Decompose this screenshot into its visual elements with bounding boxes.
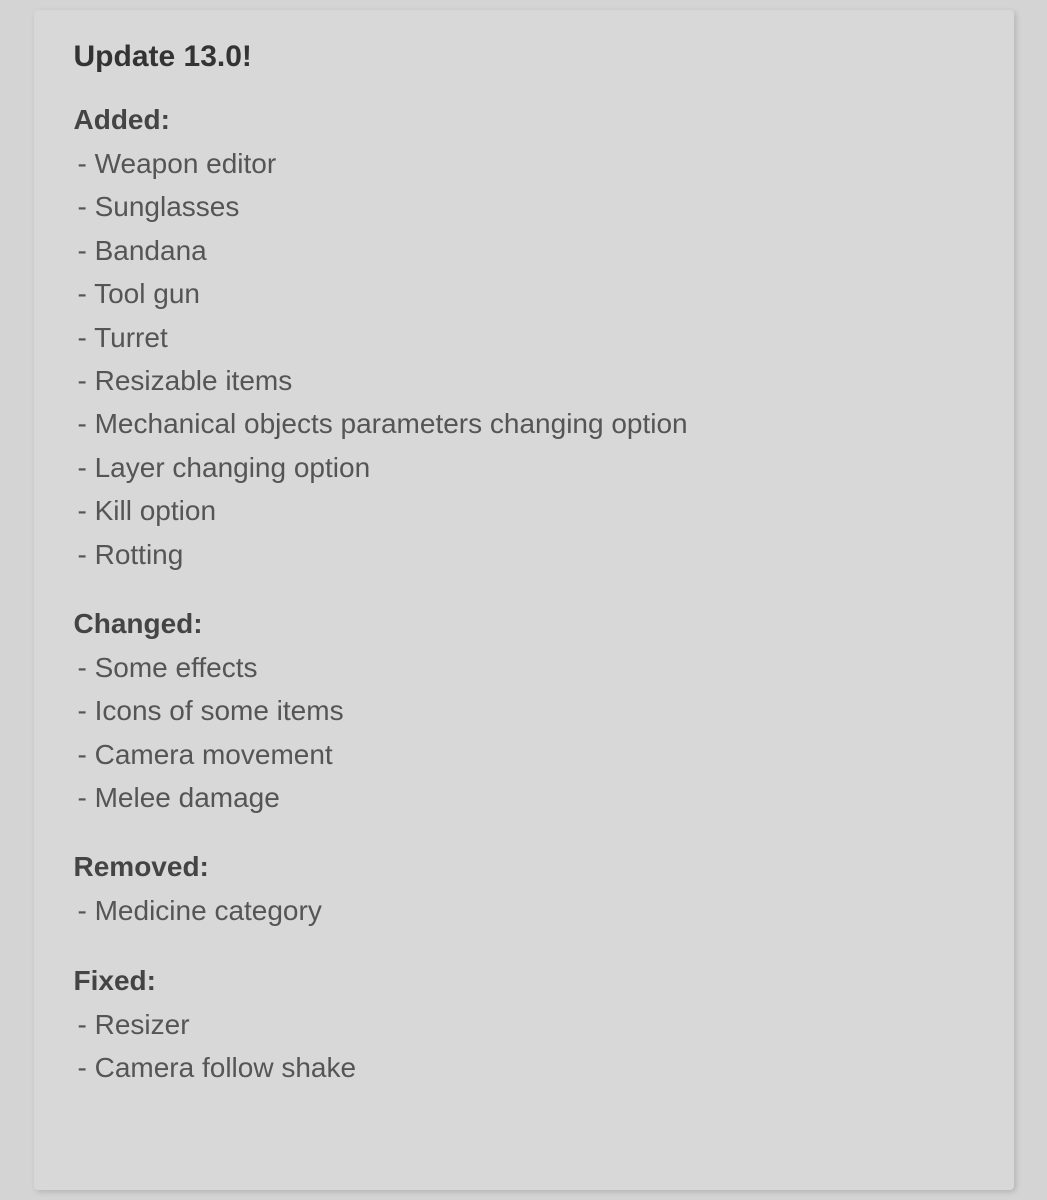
- section-added-item-1: - Sunglasses: [74, 185, 974, 228]
- section-removed-item-0: - Medicine category: [74, 889, 974, 932]
- section-added-item-8: - Kill option: [74, 489, 974, 532]
- section-changed-header: Changed:: [74, 608, 974, 640]
- sections-container: Added: - Weapon editor- Sunglasses- Banda…: [74, 104, 974, 1090]
- update-title: Update 13.0!: [74, 40, 974, 74]
- section-added-item-7: - Layer changing option: [74, 446, 974, 489]
- section-added-item-9: - Rotting: [74, 533, 974, 576]
- section-added-item-2: - Bandana: [74, 229, 974, 272]
- section-added: Added: - Weapon editor- Sunglasses- Banda…: [74, 104, 974, 576]
- section-added-item-5: - Resizable items: [74, 359, 974, 402]
- section-fixed: Fixed: - Resizer- Camera follow shake: [74, 965, 974, 1090]
- section-fixed-item-0: - Resizer: [74, 1003, 974, 1046]
- section-added-item-0: - Weapon editor: [74, 142, 974, 185]
- update-card: Update 13.0! Added: - Weapon editor- Sung…: [34, 10, 1014, 1190]
- section-fixed-header: Fixed:: [74, 965, 974, 997]
- section-changed-item-2: - Camera movement: [74, 733, 974, 776]
- section-added-header: Added:: [74, 104, 974, 136]
- section-added-item-3: - Tool gun: [74, 272, 974, 315]
- section-changed: Changed: - Some effects- Icons of some it…: [74, 608, 974, 820]
- section-changed-item-3: - Melee damage: [74, 776, 974, 819]
- section-fixed-item-1: - Camera follow shake: [74, 1046, 974, 1089]
- section-changed-item-1: - Icons of some items: [74, 689, 974, 732]
- section-removed: Removed: - Medicine category: [74, 851, 974, 932]
- section-removed-header: Removed:: [74, 851, 974, 883]
- section-added-item-6: - Mechanical objects parameters changing…: [74, 402, 974, 445]
- section-changed-item-0: - Some effects: [74, 646, 974, 689]
- section-added-item-4: - Turret: [74, 316, 974, 359]
